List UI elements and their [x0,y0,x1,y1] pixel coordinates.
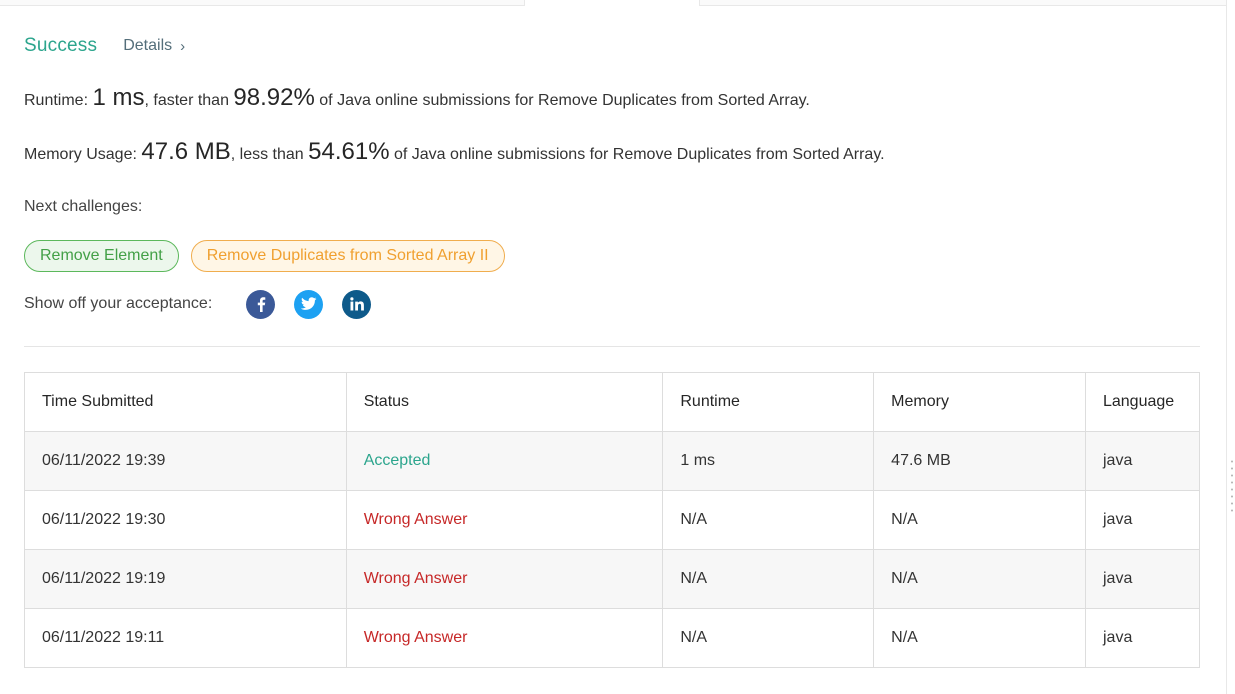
memory-percent: 54.61% [308,138,390,165]
next-challenges-list: Remove Element Remove Duplicates from So… [24,240,505,272]
submissions-table: Time Submitted Status Runtime Memory Lan… [24,372,1201,668]
cell-memory: N/A [873,490,1086,550]
cell-memory: N/A [873,608,1086,668]
cell-runtime: N/A [662,608,875,668]
cell-runtime: N/A [662,549,875,609]
cell-status: Accepted [345,431,664,491]
cell-time: 06/11/2022 19:39 [24,431,347,491]
memory-label: Memory Usage: [24,146,142,163]
share-row: Show off your acceptance: [24,289,372,319]
runtime-percent: 98.92% [233,84,315,111]
status-link[interactable]: Accepted [364,452,431,469]
cell-language: java [1084,490,1201,550]
runtime-label: Runtime: [24,92,93,109]
resize-handle[interactable] [1231,458,1233,516]
cell-memory: 47.6 MB [873,431,1086,491]
table-row: 06/11/2022 19:19 Wrong Answer N/A N/A ja… [24,549,1201,609]
cell-language: java [1084,549,1201,609]
cell-memory: N/A [873,549,1086,609]
header-language: Language [1084,372,1201,432]
cell-status: Wrong Answer [345,549,664,609]
table-header-row: Time Submitted Status Runtime Memory Lan… [24,372,1201,432]
table-row: 06/11/2022 19:39 Accepted 1 ms 47.6 MB j… [24,431,1201,491]
cell-status: Wrong Answer [345,490,664,550]
runtime-comparison: , faster than [144,92,234,109]
header-runtime: Runtime [662,372,875,432]
result-status: Success [24,35,98,56]
header-time-submitted: Time Submitted [24,372,347,432]
result-header: Success Details › [24,34,185,58]
runtime-stat: Runtime: 1 ms, faster than 98.92% of Jav… [24,84,810,112]
cell-runtime: 1 ms [662,431,875,491]
header-memory: Memory [873,372,1086,432]
cell-time: 06/11/2022 19:30 [24,490,347,550]
section-divider [24,346,1200,347]
status-link[interactable]: Wrong Answer [364,629,468,646]
header-status: Status [345,372,664,432]
share-label: Show off your acceptance: [24,295,213,312]
challenge-chip-remove-duplicates-ii[interactable]: Remove Duplicates from Sorted Array II [190,240,505,272]
challenge-chip-remove-element[interactable]: Remove Element [24,240,179,272]
cell-language: java [1084,608,1201,668]
next-challenges-label: Next challenges: [24,198,143,215]
cell-status: Wrong Answer [345,608,664,668]
cell-time: 06/11/2022 19:19 [24,549,347,609]
top-tab-strip [0,0,1226,6]
status-link[interactable]: Wrong Answer [364,511,468,528]
memory-suffix: of Java online submissions for Remove Du… [389,146,885,163]
twitter-icon[interactable] [294,289,324,319]
runtime-value: 1 ms [92,84,145,111]
runtime-suffix: of Java online submissions for Remove Du… [314,92,810,109]
active-tab[interactable] [524,0,700,6]
memory-comparison: , less than [230,146,309,163]
share-icons [246,289,372,319]
table-row: 06/11/2022 19:30 Wrong Answer N/A N/A ja… [24,490,1201,550]
cell-time: 06/11/2022 19:11 [24,608,347,668]
facebook-icon[interactable] [246,289,276,319]
memory-stat: Memory Usage: 47.6 MB, less than 54.61% … [24,138,885,166]
linkedin-icon[interactable] [342,289,372,319]
memory-value: 47.6 MB [141,138,231,165]
cell-runtime: N/A [662,490,875,550]
cell-language: java [1084,431,1201,491]
table-row: 06/11/2022 19:11 Wrong Answer N/A N/A ja… [24,608,1201,668]
panel-border [1226,0,1227,694]
details-link[interactable]: Details › [123,37,185,55]
status-link[interactable]: Wrong Answer [364,570,468,587]
chevron-right-icon: › [180,37,186,55]
details-link-label: Details [123,37,173,54]
